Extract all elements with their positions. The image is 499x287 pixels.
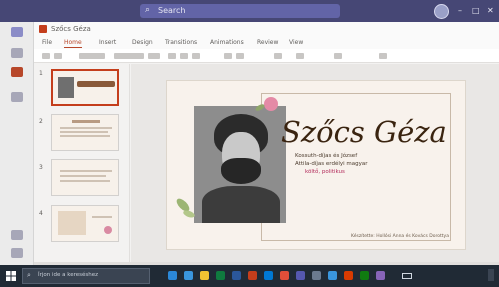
file-explorer-icon[interactable]: [200, 271, 209, 280]
paste-icon[interactable]: [54, 53, 62, 59]
help-icon[interactable]: [11, 248, 23, 258]
font-size-select[interactable]: [148, 53, 160, 59]
thumbnail-text-line: [92, 216, 112, 218]
taskbar-search-icon: ⌕: [27, 271, 31, 279]
word-icon[interactable]: [232, 271, 241, 280]
subtitle-line: Attila-díjas erdélyi magyar: [295, 161, 368, 167]
ribbon-toolbar: [34, 49, 499, 63]
photo-beard: [221, 158, 261, 184]
app-icon[interactable]: [360, 271, 369, 280]
slide-caption: Készítette: Hollósi Anna és Kovács Dorot…: [351, 234, 449, 239]
powerpoint-window: Szőcs Géza File Home Insert Design Trans…: [34, 22, 499, 265]
minimize-button[interactable]: –: [458, 6, 462, 16]
flower-top-decoration: [264, 97, 278, 111]
thumbnail-photo: [58, 77, 74, 98]
edge-icon[interactable]: [184, 271, 193, 280]
tab-home[interactable]: Home: [64, 38, 82, 48]
thumbnail-text-line: [60, 127, 112, 129]
thumbnail-flower: [104, 226, 112, 234]
chat-icon[interactable]: [11, 48, 23, 58]
thumbnail-number: 3: [39, 164, 43, 171]
subtitle-line: költő, politikus: [305, 169, 345, 175]
close-button[interactable]: ✕: [487, 6, 494, 16]
powerpoint-taskbar-icon[interactable]: [248, 271, 257, 280]
current-slide[interactable]: Szőcs Géza Kossuth-díjas és József Attil…: [166, 80, 466, 250]
mail-icon[interactable]: [328, 271, 337, 280]
slide-editor-canvas: Szőcs Géza Kossuth-díjas és József Attil…: [131, 64, 499, 262]
thumbnail-heading-mark: [72, 120, 100, 123]
taskbar-search-input[interactable]: Írjon ide a kereséshez: [38, 271, 98, 279]
shapes-icon[interactable]: [274, 53, 282, 59]
task-view-icon[interactable]: [168, 271, 177, 280]
store-icon[interactable]: [312, 271, 321, 280]
powerpoint-app-icon[interactable]: [11, 67, 23, 77]
tab-transitions[interactable]: Transitions: [165, 38, 197, 47]
tab-view[interactable]: View: [289, 38, 303, 47]
ribbon-tabs: File Home Insert Design Transitions Anim…: [34, 36, 499, 49]
tab-animations[interactable]: Animations: [210, 38, 244, 47]
bold-icon[interactable]: [168, 53, 176, 59]
thumbnail-number: 4: [39, 210, 43, 217]
outlook-icon[interactable]: [264, 271, 273, 280]
notifications-icon[interactable]: [488, 269, 494, 281]
font-family-select[interactable]: [114, 53, 144, 59]
teams-app-rail: [0, 22, 34, 265]
slide-thumbnail-2[interactable]: [51, 114, 119, 151]
numbering-icon[interactable]: [236, 53, 244, 59]
underline-icon[interactable]: [192, 53, 200, 59]
teams-title-bar: ⌕ Search – □ ✕: [0, 0, 499, 22]
apps-icon[interactable]: [11, 230, 23, 240]
onenote-icon[interactable]: [344, 271, 353, 280]
desktop-screen: ⌕ Search – □ ✕ Szőcs Géza File Home Inse…: [0, 0, 499, 287]
tab-file[interactable]: File: [42, 38, 52, 47]
powerpoint-logo-icon: [39, 25, 47, 33]
activity-icon[interactable]: [11, 27, 23, 37]
ppt-title-row: Szőcs Géza: [34, 22, 499, 36]
restore-button[interactable]: □: [472, 6, 480, 16]
thumbnail-text-line: [60, 180, 110, 182]
italic-icon[interactable]: [180, 53, 188, 59]
find-icon[interactable]: [334, 53, 342, 59]
app-icon[interactable]: [376, 271, 385, 280]
thumbnail-image: [58, 211, 86, 235]
teams-taskbar-icon[interactable]: [296, 271, 305, 280]
teams-icon[interactable]: [11, 92, 23, 102]
thumbnail-text-line: [60, 175, 106, 177]
thumbnail-text-line: [60, 135, 110, 137]
new-slide-button[interactable]: [79, 53, 105, 59]
thumbnail-number: 1: [39, 70, 43, 77]
photo-body: [202, 186, 280, 223]
undo-icon[interactable]: [42, 53, 50, 59]
tab-review[interactable]: Review: [257, 38, 278, 47]
document-title: Szőcs Géza: [51, 25, 91, 33]
slide-thumbnail-1[interactable]: [51, 69, 119, 106]
system-tray-icon[interactable]: [402, 273, 412, 279]
slide-thumbnail-4[interactable]: [51, 205, 119, 242]
slide-title[interactable]: Szőcs Géza: [281, 115, 461, 149]
subtitle-line: Kossuth-díjas és József: [295, 153, 358, 159]
slide-thumbnail-3[interactable]: [51, 159, 119, 196]
chrome-icon[interactable]: [280, 271, 289, 280]
tab-design[interactable]: Design: [132, 38, 153, 47]
portrait-photo[interactable]: [194, 106, 286, 223]
slide-thumbnail-pane: 1 2 3 4: [34, 64, 130, 262]
search-icon: ⌕: [145, 5, 151, 15]
search-input[interactable]: Search: [158, 4, 185, 18]
excel-icon[interactable]: [216, 271, 225, 280]
arrange-icon[interactable]: [296, 53, 304, 59]
designer-icon[interactable]: [379, 53, 387, 59]
thumbnail-number: 2: [39, 118, 43, 125]
bullets-icon[interactable]: [224, 53, 232, 59]
thumbnail-text-line: [60, 131, 108, 133]
windows-taskbar: ⌕ Írjon ide a kereséshez: [0, 265, 499, 287]
thumbnail-title-mark: [77, 81, 115, 87]
tab-insert[interactable]: Insert: [99, 38, 116, 47]
windows-start-icon[interactable]: [6, 271, 16, 281]
thumbnail-text-line: [60, 170, 112, 172]
user-avatar[interactable]: [434, 4, 449, 19]
